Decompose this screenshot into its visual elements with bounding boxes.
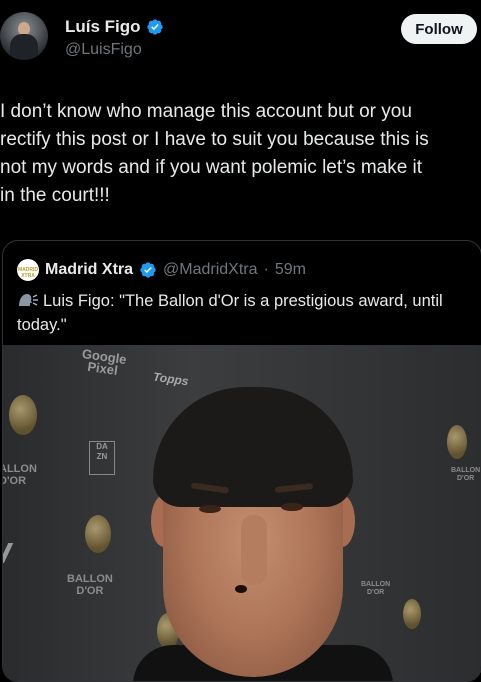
google-pixel-text: Google Pixel <box>81 346 128 378</box>
tweet-text: I don’t know who manage this account but… <box>0 101 429 206</box>
quoted-display-name[interactable]: Madrid Xtra <box>45 261 133 279</box>
nose <box>241 515 267 585</box>
ballon-dor-text: ALLON D'OR <box>3 463 37 487</box>
ballon-dor-text: BALLON D'OR <box>361 581 391 596</box>
quoted-tweet[interactable]: MADRID XTRA Madrid Xtra @MadridXtra · 59… <box>2 240 481 682</box>
speaking-head-icon <box>19 294 38 306</box>
ballon-dor-trophy-icon <box>447 425 467 459</box>
quoted-photo[interactable]: Google Pixel Topps DA ZN ALLON D'OR BALL… <box>3 345 481 681</box>
quoted-avatar[interactable]: MADRID XTRA <box>17 259 39 281</box>
author-display-name[interactable]: Luís Figo <box>65 17 141 37</box>
quoted-text: Luis Figo: "The Ballon d'Or is a prestig… <box>17 292 443 334</box>
ballon-dor-text: BALLON D'OR <box>451 467 481 482</box>
hair <box>153 387 353 507</box>
follow-button[interactable]: Follow <box>401 14 477 44</box>
ballon-dor-trophy-icon <box>403 599 421 629</box>
ballon-dor-text: BALLON D'OR <box>67 573 113 597</box>
adidas-logo-icon <box>3 543 14 563</box>
quoted-avatar-logo-text: MADRID XTRA <box>18 267 38 279</box>
quoted-handle[interactable]: @MadridXtra <box>163 261 258 279</box>
quoted-separator: · <box>263 261 269 278</box>
nostril <box>235 585 247 593</box>
quoted-text-block: Luis Figo: "The Ballon d'Or is a prestig… <box>17 289 467 337</box>
quoted-timestamp[interactable]: 59m <box>275 261 306 279</box>
left-eye <box>199 505 221 513</box>
dazn-logo: DA ZN <box>89 441 115 475</box>
ballon-dor-trophy-icon <box>9 395 37 435</box>
quoted-tweet-header: MADRID XTRA Madrid Xtra @MadridXtra · 59… <box>17 259 306 281</box>
avatar-suit <box>10 34 38 60</box>
tweet-header: Luís Figo @LuisFigo Follow <box>0 0 481 80</box>
author-handle[interactable]: @LuisFigo <box>65 41 142 59</box>
verified-badge-icon <box>146 19 163 35</box>
ballon-dor-trophy-icon <box>85 515 111 553</box>
right-eye <box>281 503 303 511</box>
topps-text: Topps <box>152 369 190 389</box>
avatar[interactable] <box>0 12 48 60</box>
author-name-row[interactable]: Luís Figo <box>65 17 164 37</box>
verified-badge-icon <box>140 262 156 278</box>
